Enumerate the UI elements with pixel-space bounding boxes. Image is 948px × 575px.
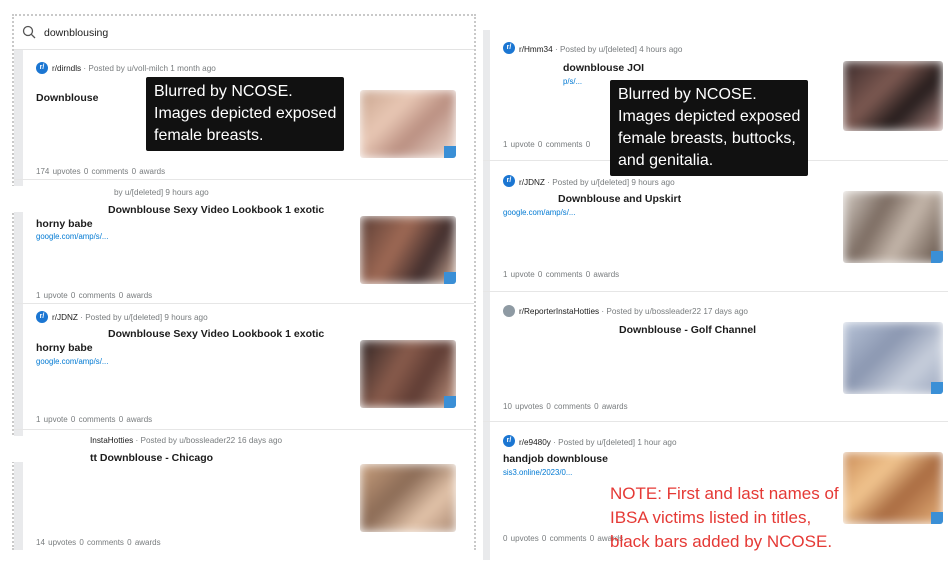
post-stats: 0 upvotes 0 comments 0 awards xyxy=(503,534,624,543)
post-title[interactable]: tt Downblouse - Chicago xyxy=(90,452,213,464)
thumbnail[interactable] xyxy=(360,340,456,408)
subreddit-name[interactable]: r/JDNZ xyxy=(519,178,545,187)
post-stats: 1 upvote 0 comments 0 xyxy=(503,140,591,149)
post-meta: InstaHotties · Posted by u/bossleader22 … xyxy=(90,436,283,445)
post-stats: 174 upvotes 0 comments 0 awards xyxy=(36,167,166,176)
post-meta: r/JDNZ · Posted by u/[deleted] 9 hours a… xyxy=(519,178,675,187)
subreddit-name[interactable]: r/JDNZ xyxy=(52,313,78,322)
thumbnail[interactable] xyxy=(843,191,943,263)
subreddit-icon: r/ xyxy=(503,175,515,187)
post-meta: by u/[deleted] 9 hours ago xyxy=(114,188,209,197)
post-meta: r/JDNZ · Posted by u/[deleted] 9 hours a… xyxy=(52,313,208,322)
subreddit-name[interactable]: r/Hmm34 xyxy=(519,45,553,54)
post-link[interactable]: google.com/amp/s/... xyxy=(36,357,108,366)
post-link[interactable]: google.com/amp/s/... xyxy=(36,232,108,241)
rail xyxy=(14,50,23,179)
redaction-block xyxy=(10,436,90,462)
search-query[interactable]: downblousing xyxy=(44,27,108,39)
ncose-note: NOTE: First and last names of IBSA victi… xyxy=(610,484,839,551)
subreddit-icon: r/ xyxy=(36,311,48,323)
post-title[interactable]: Downblouse Sexy Video Lookbook 1 exotic xyxy=(108,328,324,340)
thumbnail[interactable] xyxy=(843,322,943,394)
thumbnail[interactable] xyxy=(843,452,943,524)
rail xyxy=(483,161,490,291)
post-stats: 1 upvote 0 comments 0 awards xyxy=(503,270,620,279)
thumbnail[interactable] xyxy=(843,61,943,131)
post-title-line-2[interactable]: horny babe xyxy=(36,342,93,354)
subreddit-name[interactable]: r/dirndls xyxy=(52,64,81,73)
blur-notice-2: Blurred by NCOSE. Images depicted expose… xyxy=(610,80,809,176)
rail xyxy=(14,304,23,429)
thumbnail[interactable] xyxy=(360,90,456,158)
post-link[interactable]: sis3.online/2023/0... xyxy=(503,468,572,477)
post-link[interactable]: google.com/amp/s/... xyxy=(503,208,575,217)
thumbnail[interactable] xyxy=(360,464,456,532)
post-stats: 14 upvotes 0 comments 0 awards xyxy=(36,538,161,547)
blur-notice-1: Blurred by NCOSE. Images depicted expose… xyxy=(146,77,345,151)
post-title[interactable]: Downblouse Sexy Video Lookbook 1 exotic xyxy=(108,204,324,216)
post-meta: r/e9480y · Posted by u/[deleted] 1 hour … xyxy=(519,438,677,447)
subreddit-name[interactable]: r/e9480y xyxy=(519,438,551,447)
post-title[interactable]: downblouse JOI xyxy=(563,62,644,74)
list-item[interactable]: r/ r/JDNZ · Posted by u/[deleted] 9 hour… xyxy=(483,161,948,292)
rail xyxy=(483,422,490,560)
subreddit-icon: r/ xyxy=(503,42,515,54)
subreddit-name[interactable]: InstaHotties xyxy=(90,436,133,445)
subreddit-name[interactable]: r/ReporterInstaHotties xyxy=(519,307,599,316)
post-title[interactable]: Downblouse xyxy=(36,92,98,104)
subreddit-icon: r/ xyxy=(36,62,48,74)
post-meta: r/Hmm34 · Posted by u/[deleted] 4 hours … xyxy=(519,45,683,54)
post-title[interactable]: handjob downblouse xyxy=(503,453,608,465)
subreddit-avatar-icon xyxy=(503,305,515,317)
redaction-block xyxy=(10,186,108,212)
post-meta: r/dirndls · Posted by u/voll-milch 1 mon… xyxy=(52,64,216,73)
list-item[interactable]: r/ r/JDNZ · Posted by u/[deleted] 9 hour… xyxy=(14,304,474,430)
post-link[interactable]: p/s/... xyxy=(563,77,582,86)
post-title[interactable]: Downblouse and Upskirt xyxy=(558,193,681,205)
rail xyxy=(483,292,490,421)
thumbnail[interactable] xyxy=(360,216,456,284)
post-meta: r/ReporterInstaHotties · Posted by u/bos… xyxy=(519,307,748,316)
post-title-line-2[interactable]: horny babe xyxy=(36,218,93,230)
search-icon xyxy=(22,25,36,39)
subreddit-icon: r/ xyxy=(503,435,515,447)
post-stats: 10 upvotes 0 comments 0 awards xyxy=(503,402,628,411)
list-item[interactable]: r/ReporterInstaHotties · Posted by u/bos… xyxy=(483,292,948,422)
post-stats: 1 upvote 0 comments 0 awards xyxy=(36,415,153,424)
search-bar[interactable]: downblousing xyxy=(14,16,474,50)
rail xyxy=(483,30,490,160)
post-stats: 1 upvote 0 comments 0 awards xyxy=(36,291,153,300)
post-title[interactable]: Downblouse - Golf Channel xyxy=(619,324,756,336)
